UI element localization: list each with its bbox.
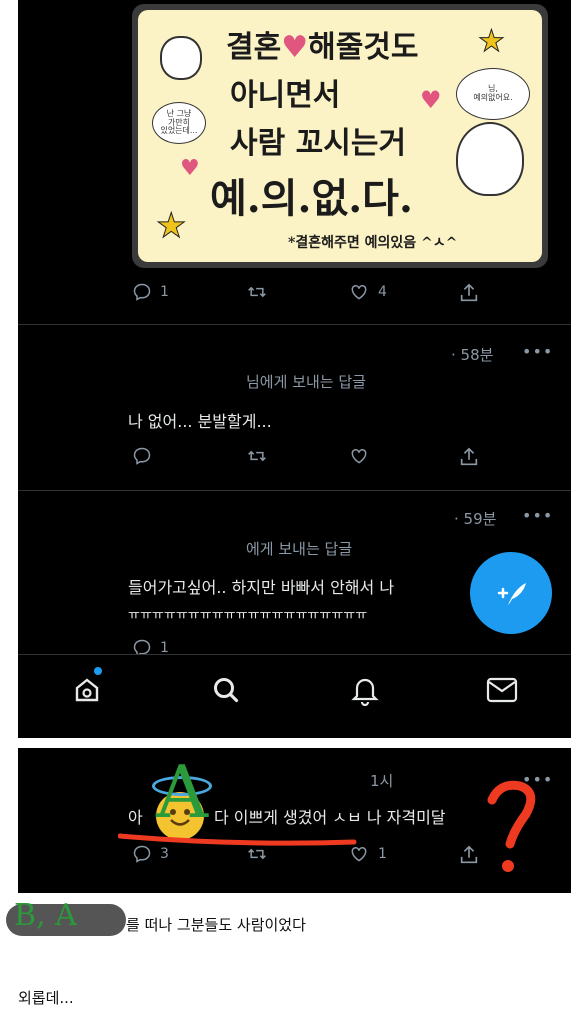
like-button[interactable] bbox=[348, 446, 370, 466]
bell-icon[interactable] bbox=[348, 673, 382, 707]
twitter-screenshot-2: 1시 ••• 아 다 이쁘게 생겼어 ㅅㅂ 나 자격미달 A 3 1 bbox=[18, 748, 571, 893]
tweet2-reply-to: 님에게 보내는 답글 bbox=[246, 373, 366, 391]
heart-icon: ♥ bbox=[420, 86, 442, 114]
share-button[interactable] bbox=[458, 282, 480, 304]
meme-line-2: 아니면서 bbox=[230, 78, 341, 113]
meme-card: 난 그냥 가만히 있었는데... 결혼♥해줄것도 ★ 님, 예의없어요. 아니면서 ♥… bbox=[138, 10, 542, 262]
reply-button[interactable]: 3 bbox=[132, 844, 169, 864]
reply-icon bbox=[133, 447, 151, 465]
star-icon: ★ bbox=[155, 206, 187, 247]
more-icon[interactable]: ••• bbox=[522, 506, 553, 525]
home-icon[interactable] bbox=[70, 673, 104, 707]
reply-button[interactable]: 1 bbox=[132, 282, 169, 302]
retweet-icon bbox=[248, 450, 266, 462]
reply-icon bbox=[133, 283, 151, 301]
heart-outline-icon bbox=[351, 448, 367, 464]
meme-line-1: 결혼♥해줄것도 bbox=[226, 30, 419, 65]
reply-button[interactable] bbox=[132, 446, 152, 466]
retweet-icon bbox=[248, 286, 266, 298]
bottom-text: 외롭데... bbox=[18, 989, 74, 1007]
like-button[interactable]: 4 bbox=[348, 282, 387, 302]
reply-count: 3 bbox=[160, 846, 169, 862]
retweet-button[interactable] bbox=[246, 446, 268, 466]
reply-icon bbox=[133, 845, 151, 863]
share-button[interactable] bbox=[458, 844, 480, 866]
heart-icon: ♥ bbox=[281, 30, 309, 65]
tweet4-time: 1시 bbox=[370, 772, 394, 790]
bear-character bbox=[160, 36, 202, 80]
divider bbox=[18, 490, 571, 491]
share-button[interactable] bbox=[458, 446, 480, 468]
annotation-letter-a: A bbox=[156, 750, 208, 834]
tweet2-text: 나 없어... 분발할게... bbox=[128, 412, 272, 431]
tweet4-text-rest: 다 이쁘게 생겼어 ㅅㅂ 나 자격미달 bbox=[214, 808, 446, 827]
right-speech-bubble: 님, 예의없어요. bbox=[456, 68, 530, 120]
bottom-navigation bbox=[18, 654, 571, 738]
tweet2-time: · 58분 bbox=[451, 346, 494, 364]
mail-icon[interactable] bbox=[485, 673, 519, 707]
meme-footnote: *결혼해주면 예의있음 ^ㅅ^ bbox=[288, 235, 458, 251]
red-question-mark bbox=[487, 780, 536, 872]
reply-count: 1 bbox=[160, 284, 169, 300]
more-icon[interactable]: ••• bbox=[522, 342, 553, 361]
tweet3-text-line1: 들어가고싶어.. 하지만 바빠서 안해서 나 bbox=[128, 578, 395, 597]
compose-feather-icon bbox=[497, 583, 526, 605]
heart-icon: ♥ bbox=[180, 156, 200, 181]
compose-tweet-button[interactable] bbox=[470, 552, 552, 634]
heart-outline-icon bbox=[351, 284, 367, 300]
left-speech-bubble: 난 그냥 가만히 있었는데... bbox=[152, 102, 206, 144]
annotation-marks: B, A bbox=[14, 898, 77, 933]
tweet3-text-line2: ㅠㅠㅠㅠㅠㅠㅠㅠㅠㅠㅠㅠㅠㅠㅠㅠㅠㅠㅠㅠ bbox=[128, 608, 368, 623]
tweet3-reply-to: 에게 보내는 답글 bbox=[246, 540, 353, 558]
share-icon bbox=[460, 447, 478, 466]
retweet-button[interactable] bbox=[246, 844, 268, 864]
search-icon[interactable] bbox=[209, 673, 243, 707]
star-icon: ★ bbox=[478, 24, 506, 60]
retweet-icon bbox=[248, 848, 266, 860]
heart-outline-icon bbox=[351, 846, 367, 862]
like-count: 4 bbox=[378, 284, 387, 300]
meme-line-4: 예.의.없.다. bbox=[210, 175, 413, 222]
tweet3-time: · 59분 bbox=[454, 510, 497, 528]
retweet-button[interactable] bbox=[246, 282, 268, 302]
share-icon bbox=[460, 283, 478, 302]
like-count: 1 bbox=[378, 846, 387, 862]
divider bbox=[18, 324, 571, 325]
notification-dot bbox=[94, 667, 102, 675]
share-icon bbox=[460, 845, 478, 864]
caption-text: 를 떠나 그분들도 사람이었다 bbox=[126, 916, 306, 934]
meme-image[interactable]: 난 그냥 가만히 있었는데... 결혼♥해줄것도 ★ 님, 예의없어요. 아니면서 ♥… bbox=[132, 4, 548, 268]
like-button[interactable]: 1 bbox=[348, 844, 387, 864]
hamster-character bbox=[456, 122, 524, 196]
meme-line-3: 사람 꼬시는거 bbox=[230, 126, 407, 161]
tweet4-text-start: 아 bbox=[128, 808, 143, 827]
twitter-screenshot-1: 난 그냥 가만히 있었는데... 결혼♥해줄것도 ★ 님, 예의없어요. 아니면서 ♥… bbox=[18, 0, 571, 738]
